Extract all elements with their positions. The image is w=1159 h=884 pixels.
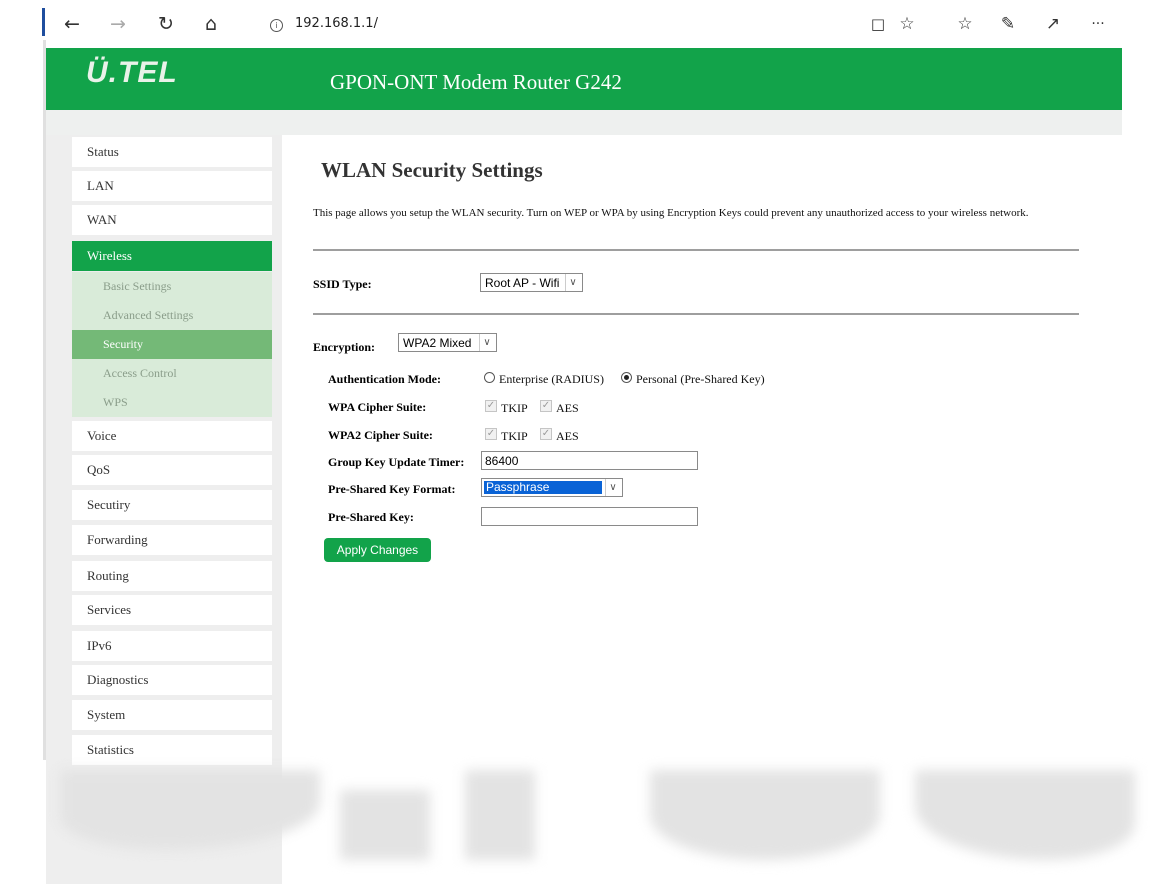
- auth-enterprise-label: Enterprise (RADIUS): [499, 372, 604, 386]
- sidebar-item-forwarding[interactable]: Forwarding: [72, 525, 272, 555]
- wpa2-aes-checkbox[interactable]: ✓: [540, 428, 552, 440]
- utel-logo: Ü.TEL: [86, 56, 178, 89]
- blur-overlay: [465, 770, 535, 860]
- browser-toolbar: ← → ↻ ⌂ i 192.168.1.1/ □ ☆ ☆ ✎ ↗ ···: [46, 0, 1159, 48]
- wpa-aes-label: AES: [556, 401, 579, 415]
- submenu-security[interactable]: Security: [72, 330, 272, 359]
- blur-overlay: [650, 770, 880, 860]
- home-icon[interactable]: ⌂: [199, 12, 223, 36]
- sidebar-item-ipv6[interactable]: IPv6: [72, 631, 272, 661]
- sidebar-item-wireless[interactable]: Wireless: [72, 241, 272, 271]
- submenu-basic-settings[interactable]: Basic Settings: [72, 272, 272, 301]
- blur-overlay: [915, 770, 1135, 860]
- pen-icon[interactable]: ✎: [996, 12, 1020, 36]
- reading-view-icon[interactable]: □: [866, 12, 890, 36]
- page-title: WLAN Security Settings: [321, 158, 543, 182]
- submenu-advanced-settings[interactable]: Advanced Settings: [72, 301, 272, 330]
- router-header: Ü.TEL GPON-ONT Modem Router G242: [46, 48, 1122, 110]
- wpa2-aes-label: AES: [556, 429, 579, 443]
- wpa-tkip-checkbox[interactable]: ✓: [485, 400, 497, 412]
- encryption-label: Encryption:: [313, 340, 376, 354]
- psk-format-label: Pre-Shared Key Format:: [328, 482, 456, 496]
- auth-enterprise-radio[interactable]: [484, 372, 495, 383]
- back-icon[interactable]: ←: [60, 12, 84, 36]
- router-title: GPON-ONT Modem Router G242: [330, 70, 622, 94]
- blur-overlay: [340, 790, 430, 860]
- wireless-submenu: Basic Settings Advanced Settings Securit…: [72, 272, 272, 417]
- sidebar-item-wan[interactable]: WAN: [72, 205, 272, 235]
- wpa2-tkip-label: TKIP: [501, 429, 528, 443]
- wpa2-tkip-checkbox[interactable]: ✓: [485, 428, 497, 440]
- forward-icon[interactable]: →: [106, 12, 130, 36]
- share-icon[interactable]: ↗: [1041, 12, 1065, 36]
- wpa-cipher-label: WPA Cipher Suite:: [328, 400, 427, 414]
- sidebar-item-services[interactable]: Services: [72, 595, 272, 625]
- divider: [313, 249, 1079, 251]
- refresh-icon[interactable]: ↻: [154, 12, 178, 36]
- auth-personal-label: Personal (Pre-Shared Key): [636, 372, 765, 386]
- more-icon[interactable]: ···: [1086, 12, 1110, 36]
- favorites-list-icon[interactable]: ☆: [953, 12, 977, 36]
- window-accent: [42, 8, 45, 36]
- page-description: This page allows you setup the WLAN secu…: [313, 207, 1029, 219]
- encryption-select[interactable]: WPA2 Mixed ∨: [398, 333, 497, 352]
- wpa-aes-checkbox[interactable]: ✓: [540, 400, 552, 412]
- ssid-type-value: Root AP - Wifi: [485, 276, 560, 290]
- sidebar-item-statistics[interactable]: Statistics: [72, 735, 272, 765]
- wpa-tkip-label: TKIP: [501, 401, 528, 415]
- group-key-timer-label: Group Key Update Timer:: [328, 455, 465, 469]
- address-bar[interactable]: 192.168.1.1/: [295, 16, 378, 31]
- sidebar-item-routing[interactable]: Routing: [72, 561, 272, 591]
- ssid-type-select[interactable]: Root AP - Wifi ∨: [480, 273, 583, 292]
- psk-label: Pre-Shared Key:: [328, 510, 414, 524]
- group-key-timer-input[interactable]: [481, 451, 698, 470]
- sidebar-item-lan[interactable]: LAN: [72, 171, 272, 201]
- psk-format-value: Passphrase: [484, 481, 602, 494]
- divider: [313, 313, 1079, 315]
- chevron-down-icon: ∨: [479, 334, 494, 351]
- psk-input[interactable]: [481, 507, 698, 526]
- auth-personal-radio[interactable]: [621, 372, 632, 383]
- sidebar-item-status[interactable]: Status: [72, 137, 272, 167]
- sidebar-item-secutiry[interactable]: Secutiry: [72, 490, 272, 520]
- header-divider: [46, 110, 1122, 135]
- window-left-edge: [0, 0, 46, 884]
- encryption-value: WPA2 Mixed: [403, 336, 472, 350]
- sidebar-item-qos[interactable]: QoS: [72, 455, 272, 485]
- submenu-wps[interactable]: WPS: [72, 388, 272, 417]
- sidebar-item-diagnostics[interactable]: Diagnostics: [72, 665, 272, 695]
- chevron-down-icon: ∨: [605, 479, 620, 496]
- sidebar-item-voice[interactable]: Voice: [72, 421, 272, 451]
- submenu-access-control[interactable]: Access Control: [72, 359, 272, 388]
- chevron-down-icon: ∨: [565, 274, 580, 291]
- favorite-star-icon[interactable]: ☆: [895, 12, 919, 36]
- psk-format-select[interactable]: Passphrase ∨: [481, 478, 623, 497]
- auth-mode-label: Authentication Mode:: [328, 372, 441, 386]
- sidebar-item-system[interactable]: System: [72, 700, 272, 730]
- wpa2-cipher-label: WPA2 Cipher Suite:: [328, 428, 433, 442]
- site-info-icon[interactable]: i: [270, 19, 283, 32]
- ssid-type-label: SSID Type:: [313, 277, 372, 291]
- apply-changes-button[interactable]: Apply Changes: [324, 538, 431, 562]
